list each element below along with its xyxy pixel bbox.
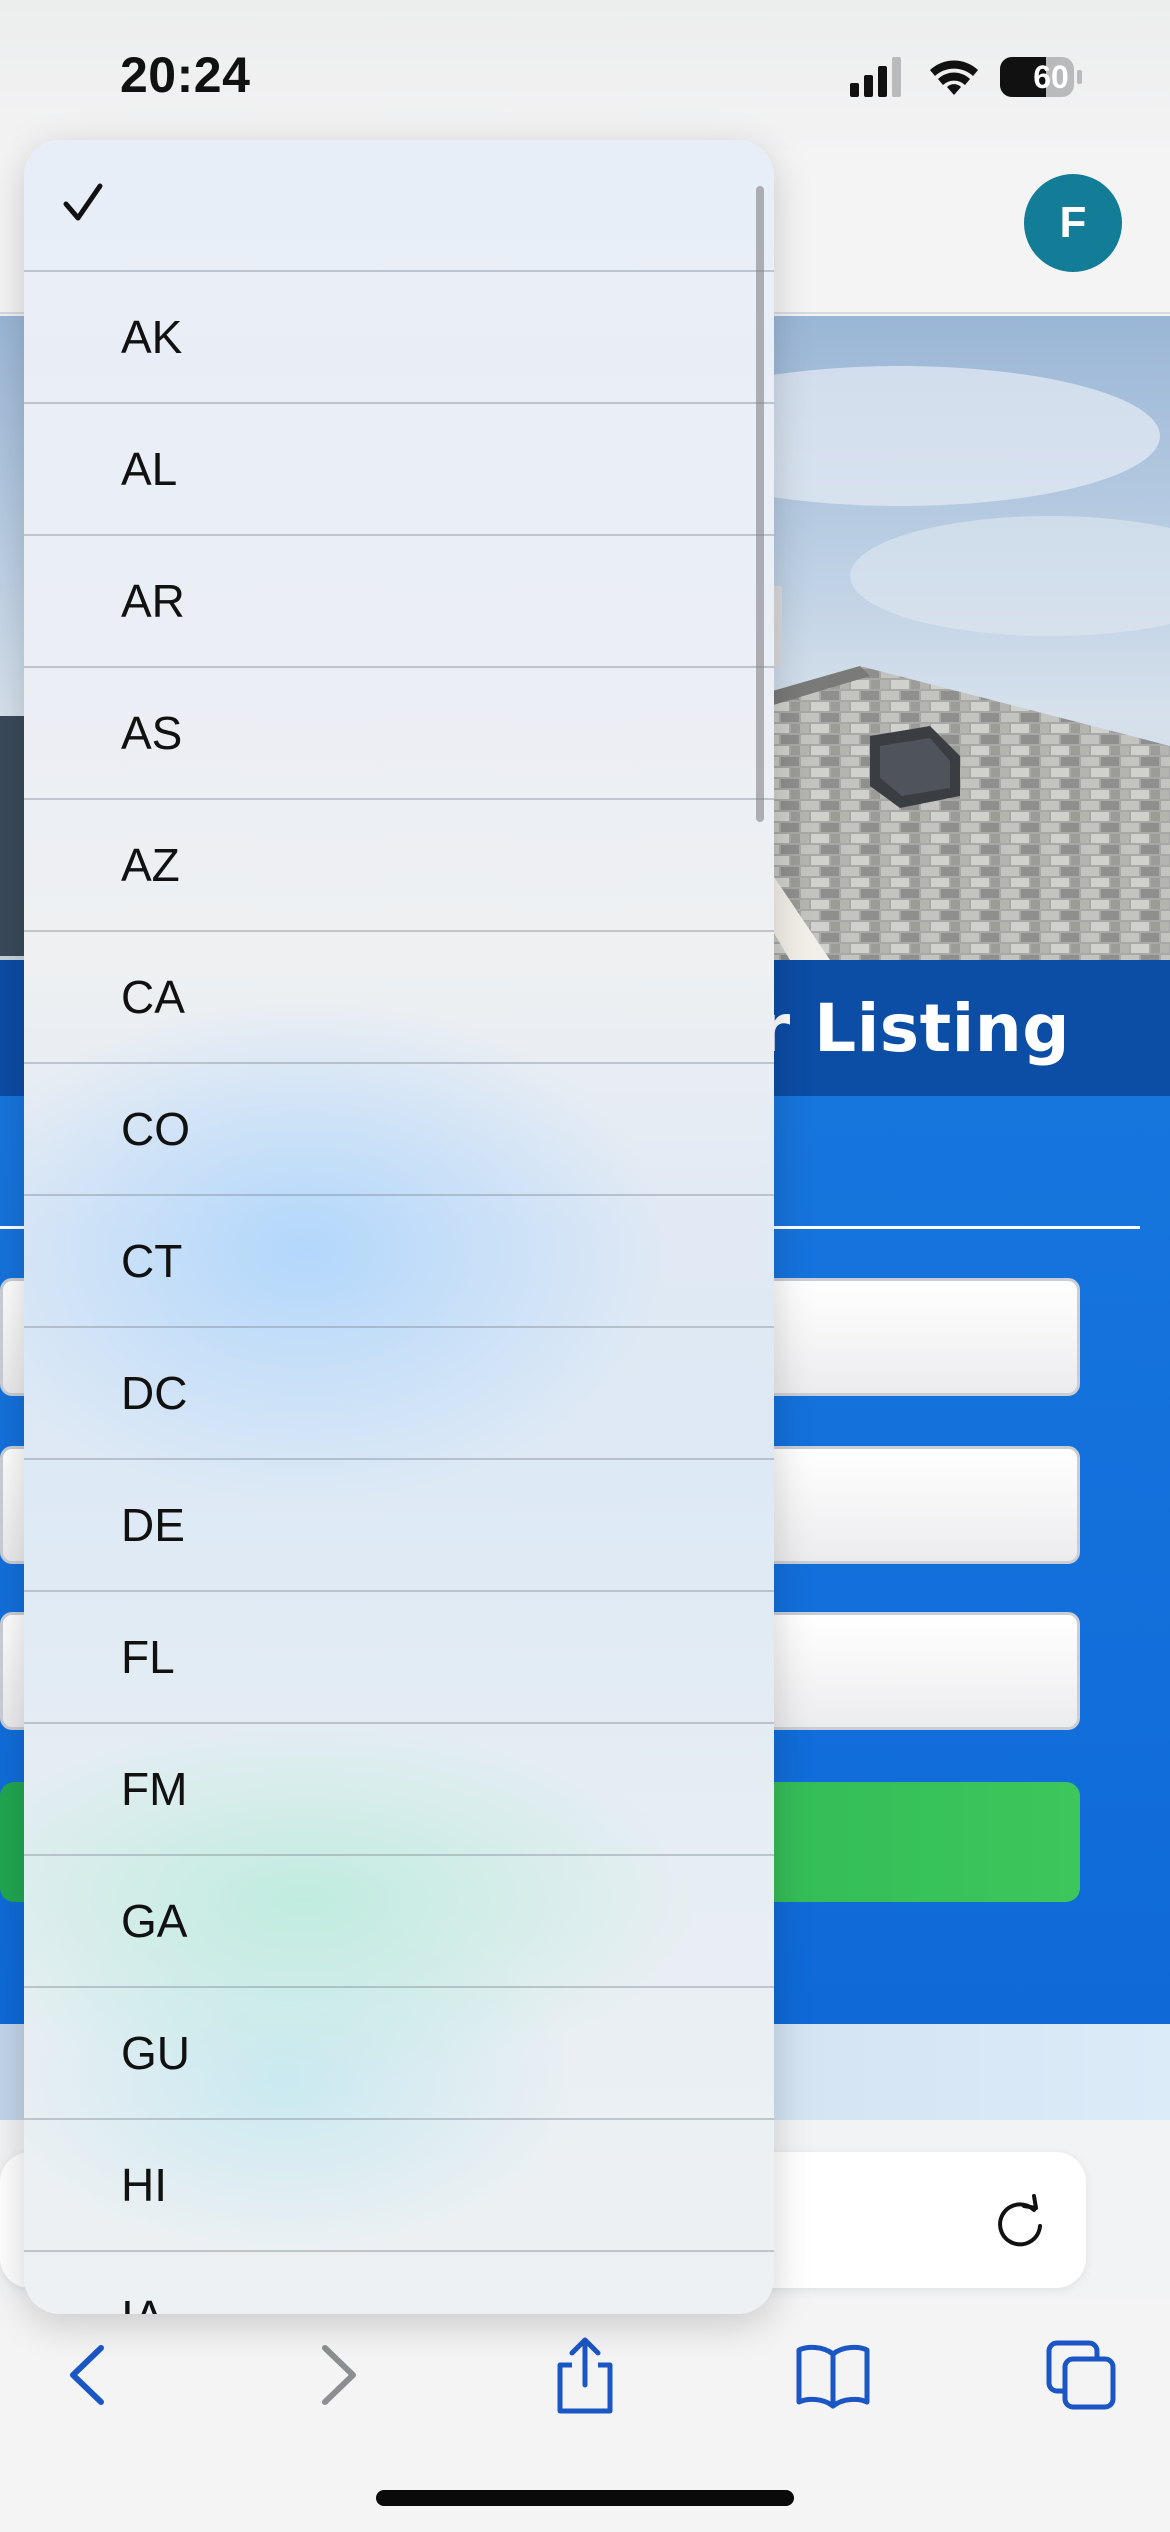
cellular-signal-icon bbox=[850, 57, 901, 97]
status-icons: 60 bbox=[850, 55, 1090, 99]
picker-item-hi[interactable]: HI bbox=[24, 2120, 774, 2252]
forward-icon[interactable] bbox=[294, 2330, 384, 2420]
picker-item-al[interactable]: AL bbox=[24, 404, 774, 536]
picker-item-co[interactable]: CO bbox=[24, 1064, 774, 1196]
picker-item-label: FM bbox=[121, 1763, 188, 1815]
battery-level: 60 bbox=[1033, 59, 1069, 95]
picker-item-label: FL bbox=[121, 1631, 175, 1683]
back-icon[interactable] bbox=[42, 2330, 132, 2420]
picker-item-label: GU bbox=[121, 2027, 190, 2079]
picker-item-label: GA bbox=[121, 1895, 188, 1947]
picker-item-label: AS bbox=[121, 707, 183, 759]
picker-item-label: DC bbox=[121, 1367, 188, 1419]
picker-item-gu[interactable]: GU bbox=[24, 1988, 774, 2120]
picker-item-label: AR bbox=[121, 575, 185, 627]
picker-item-label: CT bbox=[121, 1235, 183, 1287]
picker-item-label: IA bbox=[121, 2290, 164, 2314]
picker-item-ia[interactable]: IA bbox=[24, 2252, 774, 2314]
user-avatar[interactable]: F bbox=[1024, 174, 1122, 272]
picker-scrollbar[interactable] bbox=[756, 186, 764, 822]
wifi-icon bbox=[930, 60, 978, 95]
picker-item-ca[interactable]: CA bbox=[24, 932, 774, 1064]
reload-icon[interactable] bbox=[990, 2192, 1050, 2252]
status-time: 20:24 bbox=[120, 47, 251, 103]
bookmarks-icon[interactable] bbox=[788, 2330, 878, 2420]
picker-item-fl[interactable]: FL bbox=[24, 1592, 774, 1724]
picker-item-label: AK bbox=[121, 311, 183, 363]
picker-item-label: AL bbox=[121, 443, 178, 495]
picker-list: AK AL AR AS AZ CA CO CT DC DE FL FM GA G… bbox=[24, 140, 774, 2314]
picker-item-label: DE bbox=[121, 1499, 185, 1551]
picker-item-label: AZ bbox=[121, 839, 180, 891]
picker-item-label: HI bbox=[121, 2159, 167, 2211]
state-picker-dropdown[interactable]: AK AL AR AS AZ CA CO CT DC DE FL FM GA G… bbox=[24, 140, 774, 2314]
tabs-icon[interactable] bbox=[1036, 2330, 1126, 2420]
picker-item-ct[interactable]: CT bbox=[24, 1196, 774, 1328]
picker-item-ak[interactable]: AK bbox=[24, 272, 774, 404]
picker-item-az[interactable]: AZ bbox=[24, 800, 774, 932]
checkmark-icon bbox=[63, 183, 103, 221]
picker-item-label: CO bbox=[121, 1103, 190, 1155]
share-icon[interactable] bbox=[540, 2330, 630, 2420]
picker-item[interactable] bbox=[24, 140, 774, 272]
home-indicator bbox=[376, 2490, 794, 2506]
picker-item-ga[interactable]: GA bbox=[24, 1856, 774, 1988]
picker-item-label: CA bbox=[121, 971, 185, 1023]
status-bar: 20:24 60 bbox=[0, 0, 1170, 150]
picker-item-de[interactable]: DE bbox=[24, 1460, 774, 1592]
picker-item-dc[interactable]: DC bbox=[24, 1328, 774, 1460]
picker-item-fm[interactable]: FM bbox=[24, 1724, 774, 1856]
picker-item-as[interactable]: AS bbox=[24, 668, 774, 800]
picker-item-ar[interactable]: AR bbox=[24, 536, 774, 668]
